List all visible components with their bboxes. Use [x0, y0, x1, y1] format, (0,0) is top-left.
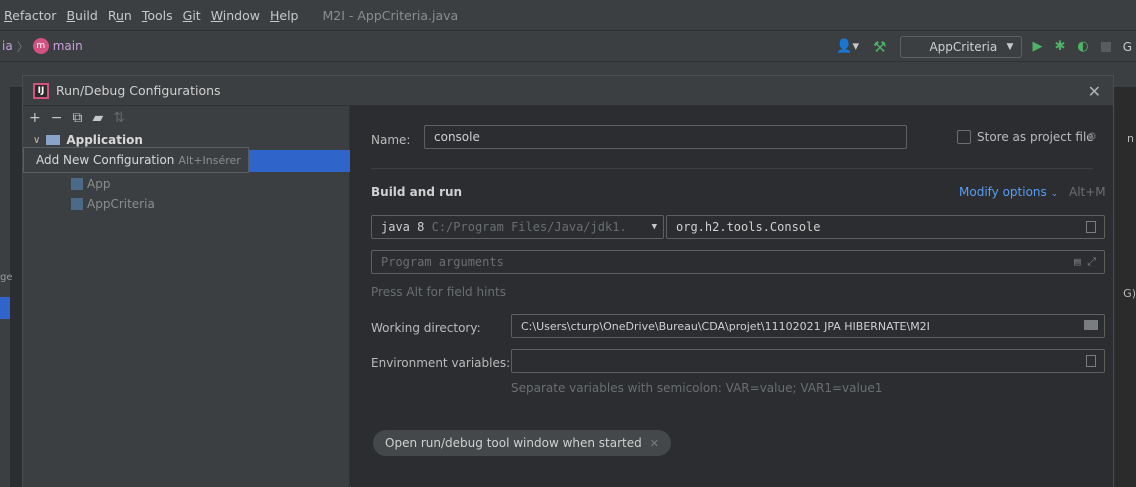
environment-variables-label: Environment variables:: [371, 356, 511, 370]
method-icon: m: [32, 38, 49, 54]
remove-icon[interactable]: −: [51, 110, 63, 126]
add-configuration-tooltip: Add New Configuration Alt+Insérer: [23, 147, 249, 173]
intellij-app-icon: IJ: [33, 82, 49, 99]
coverage-icon[interactable]: ◐: [1077, 39, 1088, 54]
chevron-down-icon: ▼: [1006, 41, 1014, 52]
menu-tools[interactable]: Tools: [142, 8, 173, 23]
run-debug-configurations-dialog: IJ Run/Debug Configurations ✕ + − ⧉ ▰ ⇅ …: [22, 75, 1114, 487]
gutter-selection: [0, 297, 10, 319]
navigation-bar: ia 〉 m main 👤▾ ⚒ AppCriteria ▼ ▶ ✱ ◐ G: [0, 30, 1136, 61]
add-icon[interactable]: +: [29, 110, 41, 126]
tree-group-label: Application: [66, 133, 143, 147]
gear-icon[interactable]: ⚙: [1087, 130, 1097, 143]
menu-help[interactable]: Help: [270, 8, 299, 23]
jdk-path: C:/Program Files/Java/jdk1.: [431, 220, 627, 234]
tree-item-app[interactable]: App: [71, 174, 110, 194]
breadcrumb-project[interactable]: ia: [2, 39, 13, 53]
field-hint: Press Alt for field hints: [371, 285, 506, 299]
run-configuration-label: AppCriteria: [929, 39, 998, 54]
edge-text-1: n: [1127, 132, 1134, 145]
application-config-icon: [71, 178, 83, 190]
debug-icon[interactable]: ✱: [1054, 39, 1065, 54]
copy-icon[interactable]: ⧉: [72, 110, 82, 126]
working-directory-value: C:\Users\cturp\OneDrive\Bureau\CDA\proje…: [521, 319, 930, 333]
working-directory-label: Working directory:: [371, 321, 481, 335]
environment-variables-hint: Separate variables with semicolon: VAR=v…: [511, 381, 883, 395]
tree-item-label: AppCriteria: [87, 197, 155, 211]
edge-text-2: G): [1123, 287, 1136, 300]
dialog-title: Run/Debug Configurations: [56, 83, 221, 98]
folder-icon[interactable]: [1084, 320, 1098, 330]
configuration-form: Name: console Store as project file ⚙ Bu…: [351, 106, 1113, 487]
separator: [371, 168, 1093, 169]
application-config-icon: [71, 198, 83, 210]
ide-left-gutter: ge: [0, 87, 13, 487]
tooltip-shortcut: Alt+Insérer: [178, 153, 241, 167]
gutter-text: ge: [0, 272, 13, 283]
ide-right-edge: n G): [1116, 87, 1136, 487]
tree-item-label: App: [87, 177, 111, 191]
name-label: Name:: [371, 133, 411, 147]
dialog-title-bar: IJ Run/Debug Configurations ✕: [23, 76, 1113, 106]
hammer-icon[interactable]: ⚒: [873, 38, 886, 56]
tree-toolbar: + − ⧉ ▰ ⇅: [23, 106, 349, 130]
tree-item-appcriteria[interactable]: AppCriteria: [71, 194, 155, 214]
menu-git[interactable]: Git: [183, 8, 201, 23]
close-icon[interactable]: ✕: [1088, 82, 1101, 101]
breadcrumb-method[interactable]: main: [53, 39, 83, 53]
sort-icon[interactable]: ⇅: [113, 110, 125, 126]
application-folder-icon: [46, 135, 61, 145]
main-class-value: org.h2.tools.Console: [676, 220, 821, 234]
chevron-down-icon: ▼: [651, 222, 657, 232]
menu-run[interactable]: Run: [108, 8, 132, 23]
store-as-project-file-checkbox[interactable]: [957, 130, 971, 144]
stop-icon[interactable]: [1100, 41, 1111, 52]
name-input[interactable]: console: [424, 125, 907, 149]
run-icon[interactable]: ▶: [1032, 39, 1042, 54]
environment-variables-input[interactable]: [511, 349, 1105, 373]
name-value: console: [434, 130, 480, 144]
menu-window[interactable]: Window: [211, 8, 260, 23]
menu-refactor[interactable]: Refactor: [4, 8, 56, 23]
jdk-select[interactable]: java 8 C:/Program Files/Java/jdk1. ▼: [371, 215, 664, 239]
menu-build[interactable]: Build: [66, 8, 97, 23]
edit-variables-icon[interactable]: [1086, 355, 1096, 367]
expand-icon[interactable]: ▤ ⤢: [1074, 255, 1096, 269]
program-arguments-input[interactable]: Program arguments ▤ ⤢: [371, 250, 1105, 274]
program-arguments-placeholder: Program arguments: [381, 255, 504, 269]
working-directory-input[interactable]: C:\Users\cturp\OneDrive\Bureau\CDA\proje…: [511, 314, 1105, 338]
remove-option-icon[interactable]: ✕: [650, 437, 659, 450]
modify-options-shortcut: Alt+M: [1069, 185, 1106, 199]
breadcrumb-separator-icon: 〉: [16, 39, 29, 54]
window-title: M2I - AppCriteria.java: [322, 7, 459, 23]
toolbar-letter: G: [1122, 39, 1132, 54]
menu-bar: Refactor Build Run Tools Git Window Help…: [0, 0, 1136, 30]
open-tool-window-option-chip[interactable]: Open run/debug tool window when started …: [373, 430, 671, 456]
store-as-project-file-label: Store as project file: [977, 130, 1094, 144]
breadcrumb: ia 〉 m main: [0, 38, 83, 55]
user-icon[interactable]: 👤▾: [836, 39, 859, 54]
run-toolbar: 👤▾ ⚒ AppCriteria ▼ ▶ ✱ ◐ G: [836, 31, 1136, 62]
chevron-down-icon: ∨: [33, 134, 41, 146]
move-to-folder-icon[interactable]: ▰: [92, 110, 103, 126]
run-configuration-selector[interactable]: AppCriteria ▼: [900, 35, 1023, 58]
main-class-input[interactable]: org.h2.tools.Console: [666, 215, 1105, 239]
tooltip-label: Add New Configuration: [36, 153, 175, 167]
modify-options-link[interactable]: Modify options ⌄: [959, 185, 1058, 199]
jdk-version: java 8: [381, 220, 425, 234]
browse-class-icon[interactable]: [1086, 221, 1096, 233]
section-title-build-and-run: Build and run: [371, 185, 463, 199]
chip-label: Open run/debug tool window when started: [385, 436, 642, 450]
chevron-down-icon: ⌄: [1050, 189, 1059, 199]
